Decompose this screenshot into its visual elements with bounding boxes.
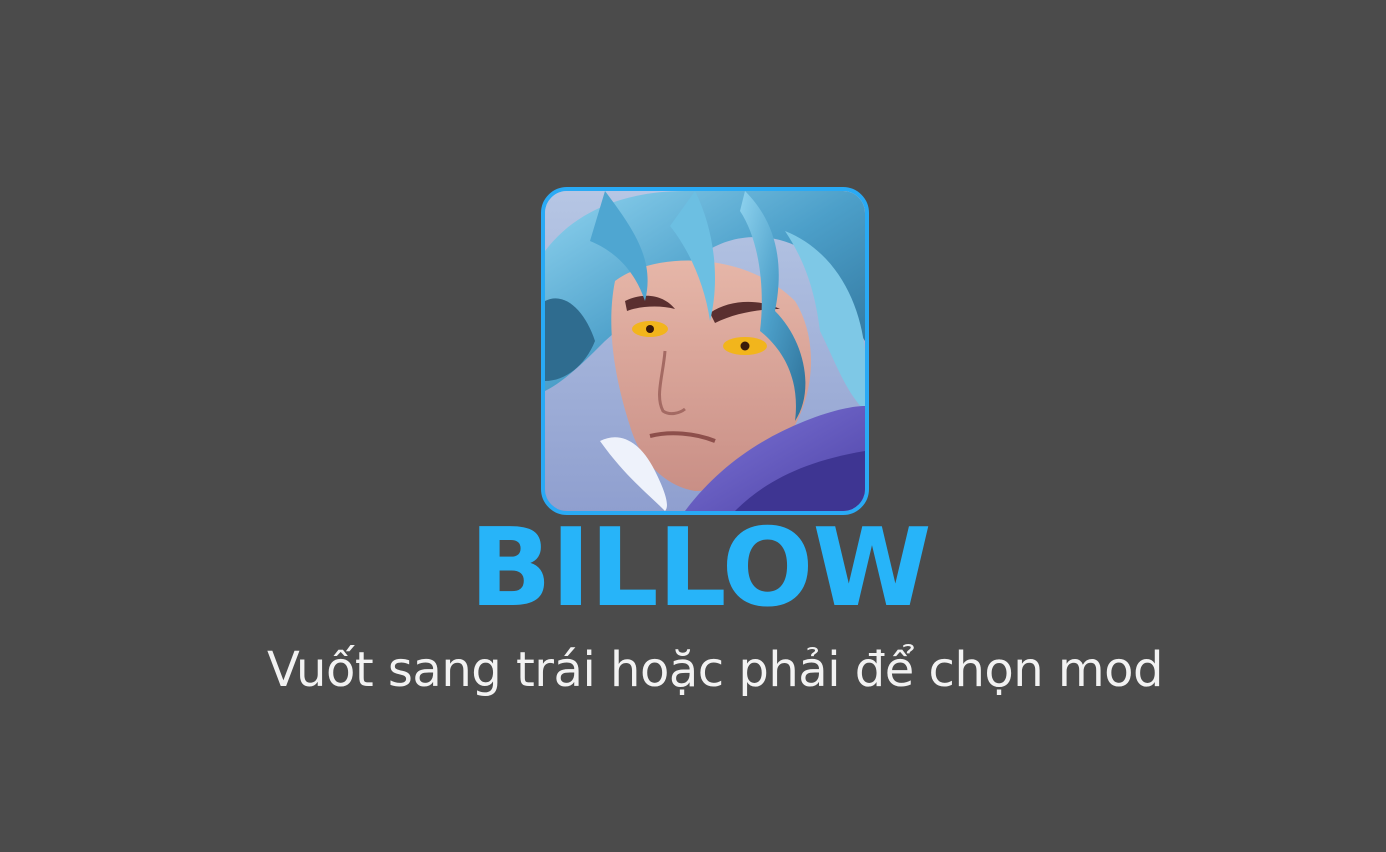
mod-selector-screen[interactable]: BILLOW Vuốt sang trái hoặc phải để chọn … [0,0,1386,852]
hero-portrait [541,187,869,515]
hero-portrait-icon [545,191,865,511]
swipe-hint-text: Vuốt sang trái hoặc phải để chọn mod [266,642,1164,698]
hero-name-title: BILLOW [469,506,931,631]
